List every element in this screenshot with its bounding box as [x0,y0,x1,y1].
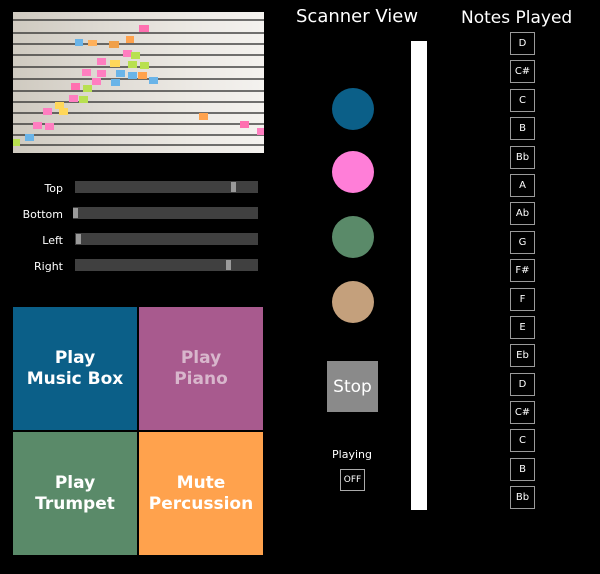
note-item: D [510,32,535,55]
note-item: F [510,287,535,311]
play-trumpet-line1: Play [54,472,96,493]
note-item: E [510,315,535,339]
note-item: G [510,230,535,254]
scanner-color-circle-tan [332,281,374,323]
stop-button[interactable]: Stop [327,361,378,412]
note-item: C# [510,60,535,84]
note-item: A [510,173,535,197]
note-item: Eb [510,344,535,368]
note-item: C [510,429,535,453]
notes-played-title: Notes Played [461,8,573,28]
playing-toggle[interactable]: OFF [340,469,365,491]
left-slider-handle[interactable] [76,234,81,244]
left-slider[interactable] [75,233,258,245]
mute-percussion-button[interactable]: Mute Percussion [139,432,263,555]
note-item: D [510,372,535,396]
notes-played-list: D C# C B Bb A Ab G F# F E Eb D C# C B Bb [510,32,536,515]
slider-label-right: Right [34,260,63,273]
right-slider-handle[interactable] [226,260,231,270]
play-music-box-line1: Play [54,347,96,368]
play-piano-line1: Play [180,347,222,368]
note-item: C# [510,401,535,425]
top-slider-handle[interactable] [231,182,236,192]
play-trumpet-line2: Trumpet [35,493,115,514]
scanner-view-title: Scanner View [296,6,419,27]
play-music-box-button[interactable]: Play Music Box [13,307,137,430]
scanner-color-circle-blue [332,88,374,130]
note-item: C [510,88,535,112]
note-item: Bb [510,486,535,510]
mute-percussion-line1: Mute [176,472,226,493]
bottom-slider[interactable] [73,207,258,219]
play-piano-line2: Piano [174,368,228,389]
scan-position-bar [411,41,427,510]
slider-label-top: Top [44,182,63,195]
note-item: B [510,457,535,481]
play-trumpet-button[interactable]: Play Trumpet [13,432,137,555]
camera-preview [13,12,264,153]
playing-label: Playing [332,448,372,461]
scanner-color-circle-green [332,216,374,258]
slider-label-bottom: Bottom [22,208,63,221]
scanner-color-circle-pink [332,151,374,193]
play-music-box-line2: Music Box [26,368,124,389]
note-item: Bb [510,145,535,169]
note-item: B [510,117,535,141]
top-slider[interactable] [75,181,258,193]
play-piano-button[interactable]: Play Piano [139,307,263,430]
bottom-slider-handle[interactable] [73,208,78,218]
right-slider[interactable] [75,259,258,271]
slider-label-left: Left [42,234,63,247]
mute-percussion-line2: Percussion [148,493,254,514]
note-item: F# [510,259,535,283]
note-item: Ab [510,202,535,226]
